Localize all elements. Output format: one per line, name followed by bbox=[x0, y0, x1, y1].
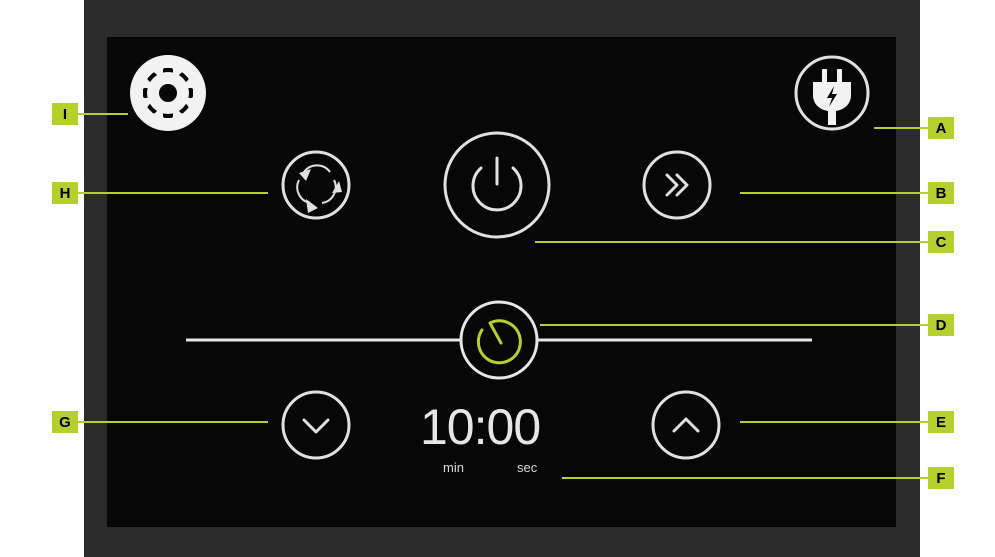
callout-h: H bbox=[52, 182, 78, 204]
settings-button[interactable] bbox=[130, 55, 206, 131]
rotate-arrows-icon bbox=[296, 164, 337, 204]
skip-forward-button[interactable] bbox=[642, 150, 712, 220]
decrease-button-ring[interactable] bbox=[281, 390, 351, 460]
timer-slider[interactable] bbox=[186, 300, 812, 380]
chevron-up-icon bbox=[672, 417, 700, 433]
gear-hub bbox=[159, 84, 177, 102]
rotate-arrowheads bbox=[299, 169, 342, 213]
power-plug-button[interactable] bbox=[794, 55, 870, 131]
timer-slider-knob[interactable] bbox=[459, 300, 539, 380]
chevron-down-icon bbox=[302, 418, 330, 434]
control-panel-graphics bbox=[78, 55, 928, 479]
callout-i: I bbox=[52, 103, 78, 125]
cycle-mode-button[interactable] bbox=[281, 150, 351, 220]
callout-b: B bbox=[928, 182, 954, 204]
callout-e: E bbox=[928, 411, 954, 433]
time-display: 10:00 bbox=[420, 399, 541, 455]
double-chevron-right-icon bbox=[665, 173, 689, 197]
increase-button-ring[interactable] bbox=[651, 390, 721, 460]
power-icon bbox=[471, 156, 523, 212]
seconds-unit-label: sec bbox=[517, 460, 538, 475]
callout-f: F bbox=[928, 467, 954, 489]
callout-d: D bbox=[928, 314, 954, 336]
decrease-button[interactable] bbox=[281, 390, 351, 460]
increase-button[interactable] bbox=[651, 390, 721, 460]
callout-a: A bbox=[928, 117, 954, 139]
minutes-unit-label: min bbox=[443, 460, 464, 475]
power-button[interactable] bbox=[443, 131, 551, 239]
callout-c: C bbox=[928, 231, 954, 253]
callout-g: G bbox=[52, 411, 78, 433]
